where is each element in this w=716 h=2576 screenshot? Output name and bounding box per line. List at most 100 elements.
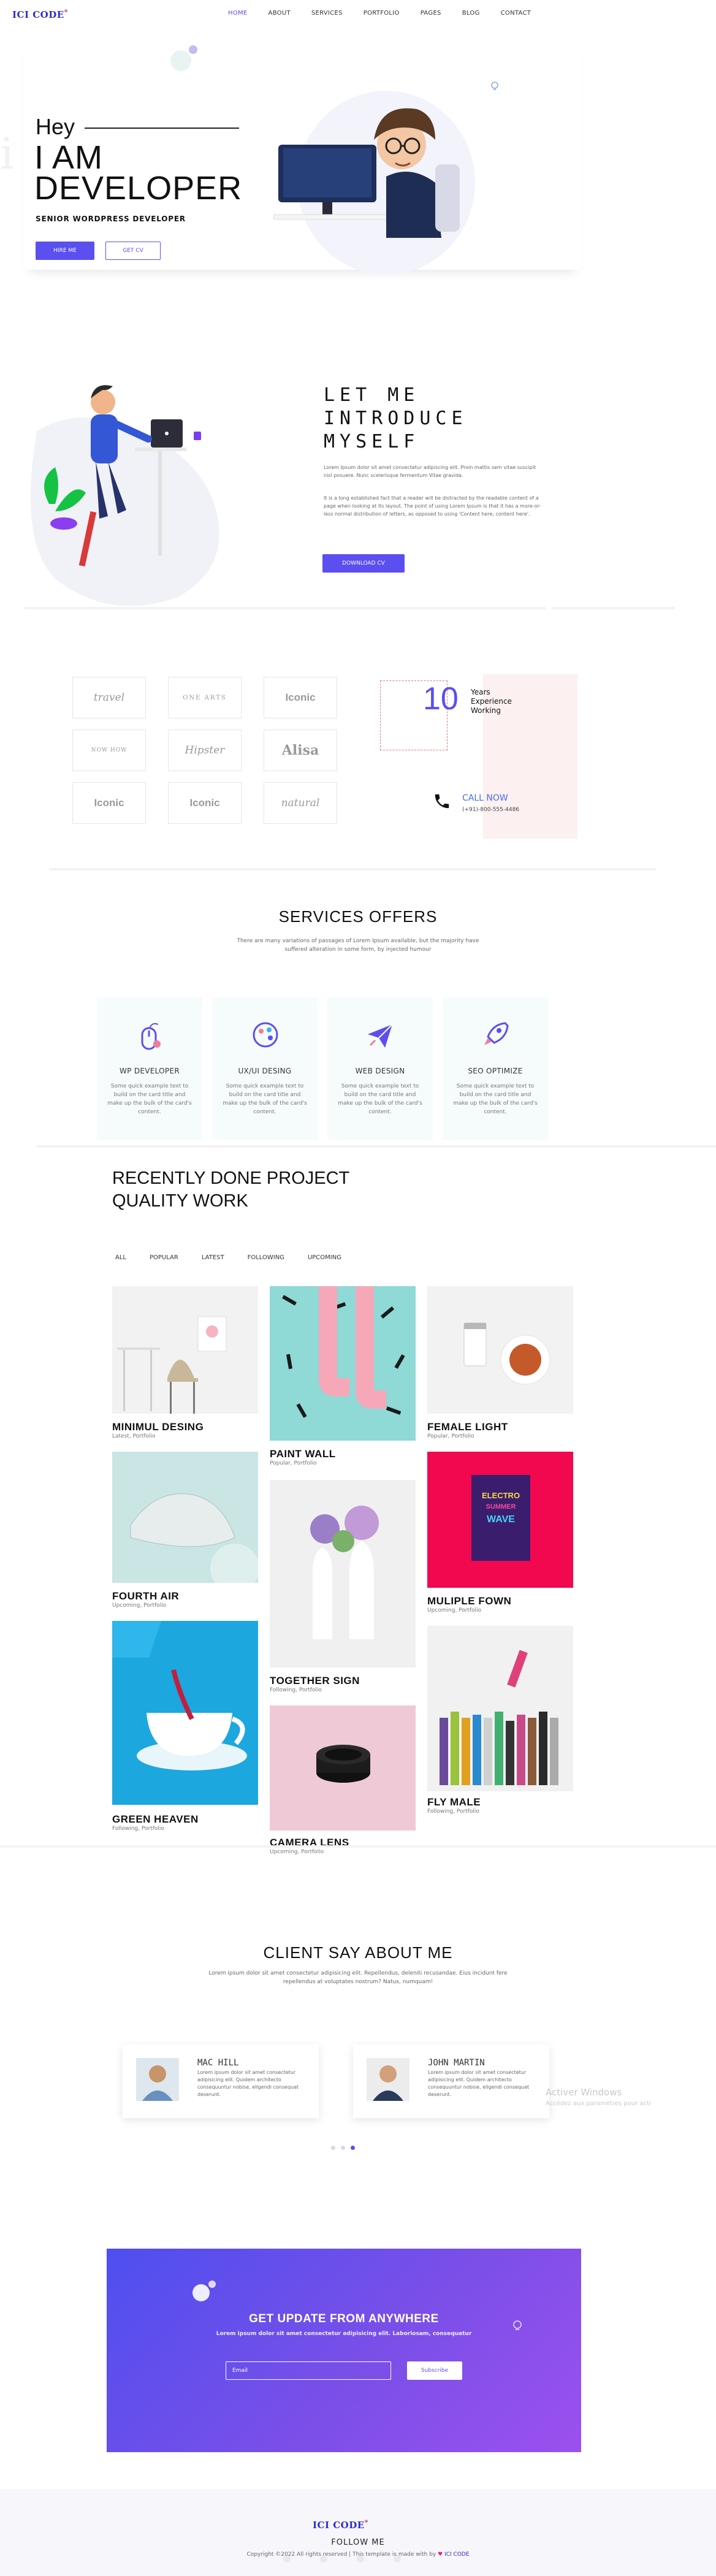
about-paragraph-2: It is a long established fact that a rea… [324, 495, 541, 517]
hero-subtitle: SENIOR WORDPRESS DEVELOPER [36, 215, 186, 223]
project-category: Popular, Portfolio [427, 1433, 474, 1439]
project-category: Upcoming, Portfolio [112, 1602, 167, 1609]
portfolio-title: RECENTLY DONE PROJECT QUALITY WORK [112, 1167, 349, 1213]
project-image-together-sign[interactable] [270, 1480, 416, 1667]
service-title: SEO OPTIMIZE [468, 1067, 523, 1075]
copyright-text: Copyright ©2022 All rights reserved | Th… [246, 2551, 436, 2558]
book-text-summer: SUMMER [486, 1503, 516, 1511]
project-image-fourth-air[interactable] [112, 1452, 258, 1583]
service-card-ux-ui[interactable]: UX/UI DESING Some quick example text to … [212, 997, 318, 1140]
project-image-paint-wall[interactable] [270, 1286, 416, 1441]
clients-title: CLIENT SAY ABOUT ME [263, 1943, 453, 1962]
brand-logo-iconic-3: Iconic [168, 782, 242, 824]
project-category: Upcoming, Portfolio [427, 1607, 482, 1614]
project-title: MINIMUL DESING [112, 1421, 204, 1433]
testimonial-name: JOHN MARTIN [428, 2058, 485, 2068]
sneaker-photo [112, 1452, 258, 1583]
vases-photo [270, 1480, 416, 1667]
email-input[interactable]: Email [226, 2361, 391, 2380]
brand-logo-natural: natural [264, 782, 337, 824]
hero-greeting-line [85, 128, 239, 129]
hero-headline-line-1: I AM [34, 139, 104, 176]
nav-link-services[interactable]: SERVICES [311, 10, 343, 17]
nav-links: HOME ABOUT SERVICES PORTFOLIO PAGES BLOG… [228, 10, 552, 17]
footer-logo-text: ICI CODE [313, 2520, 365, 2531]
developer-illustration [273, 91, 475, 275]
portfolio-title-line-1: RECENTLY DONE PROJECT [112, 1168, 350, 1188]
lens-photo [270, 1705, 416, 1831]
download-cv-button[interactable]: DOWNLOAD CV [322, 554, 405, 573]
service-title: UX/UI DESING [238, 1067, 292, 1075]
nav-link-pages[interactable]: PAGES [421, 10, 441, 17]
service-card-wp-developer[interactable]: WP DEVELOPER Some quick example text to … [97, 997, 202, 1140]
carousel-dot[interactable] [341, 2146, 345, 2150]
project-image-minimul[interactable] [112, 1286, 258, 1414]
subscribe-button[interactable]: Subscribe [407, 2361, 462, 2380]
filter-latest[interactable]: LATEST [202, 1254, 224, 1261]
clients-subtitle-line-1: Lorem ipsum dolor sit amet consectetur a… [208, 1970, 508, 1976]
hero-greeting: Hey [36, 114, 75, 139]
project-image-fly-male[interactable] [427, 1626, 573, 1791]
mouse-icon [141, 1023, 161, 1050]
filter-all[interactable]: ALL [115, 1254, 126, 1261]
about-title-line-3: MYSELF [324, 431, 420, 452]
hire-me-button[interactable]: HIRE ME [36, 242, 94, 260]
watermark-line-2: Accédez aux paramètres pour acti [546, 2100, 651, 2107]
service-desc: Some quick example text to build on the … [223, 1083, 307, 1115]
get-cv-button[interactable]: GET CV [105, 242, 161, 260]
desk-chair-photo [112, 1286, 258, 1414]
watermark-line-1: Activer Windows [546, 2087, 622, 2098]
person-laptop-illustration [31, 385, 219, 606]
services-subtitle-line-1: There are many variations of passages of… [237, 938, 479, 944]
footer-logo[interactable]: ICI CODE* [313, 2518, 368, 2531]
project-category: Following, Portfolio [427, 1808, 479, 1815]
rocket-icon [484, 1022, 509, 1045]
carousel-dot[interactable] [331, 2146, 335, 2150]
project-image-female-light[interactable] [427, 1286, 573, 1414]
hero-decor-dot [189, 45, 197, 54]
testimonial-text: Lorem ipsum dolor sit amet consectetur a… [428, 2070, 530, 2097]
nav-link-about[interactable]: ABOUT [268, 10, 291, 17]
project-title: FEMALE LIGHT [427, 1421, 508, 1433]
service-desc: Some quick example text to build on the … [107, 1083, 192, 1115]
call-now-link[interactable]: CALL NOW [462, 793, 508, 803]
logo-mark: * [64, 8, 68, 16]
follow-me-label: FOLLOW ME [331, 2538, 385, 2547]
nav-link-home[interactable]: HOME [228, 10, 248, 17]
nav-link-blog[interactable]: BLOG [462, 10, 480, 17]
top-navbar: ICI CODE* HOME ABOUT SERVICES PORTFOLIO … [0, 0, 716, 27]
newsletter-title: GET UPDATE FROM ANYWHERE [249, 2312, 439, 2325]
hero-decor-letter: i [0, 129, 14, 179]
footer-logo-mark: * [364, 2518, 368, 2526]
filter-popular[interactable]: POPULAR [150, 1254, 178, 1261]
about-title-line-1: LET ME [324, 384, 420, 406]
portfolio-title-line-2: QUALITY WORK [112, 1191, 248, 1211]
services-divider [37, 1145, 716, 1148]
experience-label-1: Years [471, 688, 490, 696]
nav-link-contact[interactable]: CONTACT [501, 10, 531, 17]
filter-following[interactable]: FOLLOWING [248, 1254, 284, 1261]
project-image-camera-lens[interactable] [270, 1705, 416, 1831]
carousel-dot-active[interactable] [351, 2146, 355, 2150]
site-logo[interactable]: ICI CODE* [12, 8, 68, 20]
brand-logo-now-how: NOW HOW [72, 730, 146, 771]
testimonial-text: Lorem ipsum dolor sit amet consectetur a… [197, 2070, 299, 2097]
service-card-web-design[interactable]: WEB DESIGN Some quick example text to bu… [327, 997, 433, 1140]
project-image-muliple-fown[interactable]: ELECTRO SUMMER WAVE [427, 1452, 573, 1588]
project-category: Following, Portfolio [112, 1826, 164, 1832]
cosmetics-photo [427, 1286, 573, 1414]
paper-plane-icon [368, 1024, 393, 1048]
copyright-brand-link[interactable]: ICI CODE [444, 2551, 469, 2558]
experience-label-3: Working [471, 706, 501, 715]
about-divider-right [552, 607, 674, 609]
project-image-green-heaven[interactable] [112, 1621, 258, 1805]
newsletter-decor-dot [208, 2281, 216, 2288]
phone-icon [435, 794, 449, 809]
logo-text: ICI CODE [12, 9, 64, 20]
service-card-seo[interactable]: SEO OPTIMIZE Some quick example text to … [443, 997, 548, 1140]
nav-link-portfolio[interactable]: PORTFOLIO [364, 10, 400, 17]
filter-upcoming[interactable]: UPCOMING [308, 1254, 341, 1261]
hero-headline: I AM DEVELOPER [34, 139, 242, 205]
hero-decor-circle [170, 50, 191, 71]
about-paragraph-1: Lorem Ipsum dolor sit amet consectetur a… [324, 465, 536, 478]
